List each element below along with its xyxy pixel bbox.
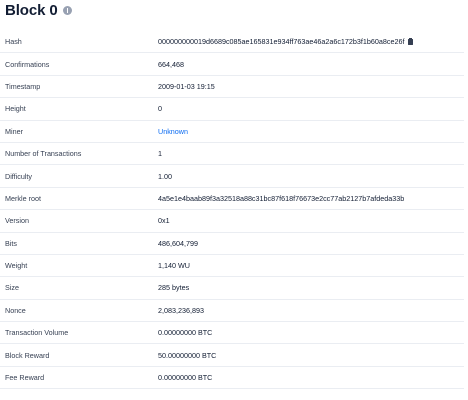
confirmations-label: Confirmations — [5, 59, 50, 69]
row-block-reward: Block Reward 50.00000000 BTC — [0, 344, 464, 367]
row-timestamp: Timestamp 2009-01-03 19:15 — [0, 76, 464, 99]
confirmations-value: 664,468 — [158, 59, 184, 69]
size-value: 285 bytes — [158, 283, 190, 293]
difficulty-value: 1.00 — [158, 171, 172, 181]
fee-reward-value: 0.00000000 BTC — [158, 373, 213, 383]
merkle-root-value: 4a5e1e4baab89f3a32518a88c31bc87f618f7667… — [158, 193, 405, 203]
bits-value: 486,604,799 — [158, 238, 198, 248]
row-difficulty: Difficulty 1.00 — [0, 165, 464, 188]
row-merkle-root: Merkle root 4a5e1e4baab89f3a32518a88c31b… — [0, 188, 464, 211]
info-icon[interactable] — [62, 5, 72, 15]
miner-link[interactable]: Unknown — [158, 127, 188, 136]
nonce-label: Nonce — [5, 305, 26, 315]
row-miner: Miner Unknown — [0, 121, 464, 143]
timestamp-label: Timestamp — [5, 81, 41, 91]
number-of-transactions-label: Number of Transactions — [5, 149, 82, 159]
block-reward-value: 50.00000000 BTC — [158, 350, 217, 360]
row-confirmations: Confirmations 664,468 — [0, 53, 464, 76]
row-transaction-volume: Transaction Volume 0.00000000 BTC — [0, 322, 464, 345]
weight-value: 1,140 WU — [158, 261, 190, 271]
timestamp-value: 2009-01-03 19:15 — [158, 81, 215, 91]
weight-label: Weight — [5, 261, 28, 271]
number-of-transactions-value: 1 — [158, 149, 162, 159]
fee-reward-label: Fee Reward — [5, 373, 45, 383]
row-nonce: Nonce 2,083,236,893 — [0, 300, 464, 323]
block-reward-label: Block Reward — [5, 350, 50, 360]
hash-value: 000000000019d6689c085ae165831e934ff763ae… — [158, 37, 405, 47]
nonce-value: 2,083,236,893 — [158, 305, 204, 315]
row-version: Version 0x1 — [0, 210, 464, 233]
transaction-volume-value: 0.00000000 BTC — [158, 328, 213, 338]
difficulty-label: Difficulty — [5, 171, 33, 181]
row-fee-reward: Fee Reward 0.00000000 BTC — [0, 367, 464, 390]
version-value: 0x1 — [158, 216, 170, 226]
hash-value-wrapper: 000000000019d6689c085ae165831e934ff763ae… — [158, 37, 413, 46]
row-bits: Bits 486,604,799 — [0, 233, 464, 255]
transaction-volume-label: Transaction Volume — [5, 328, 69, 338]
height-label: Height — [5, 104, 26, 114]
page-title: Block 0 — [5, 1, 58, 19]
height-value: 0 — [158, 104, 162, 114]
size-label: Size — [5, 283, 19, 293]
row-size: Size 285 bytes — [0, 277, 464, 300]
clipboard-icon[interactable] — [407, 37, 413, 45]
page-header: Block 0 — [5, 0, 72, 20]
merkle-root-label: Merkle root — [5, 193, 41, 203]
row-number-of-transactions: Number of Transactions 1 — [0, 143, 464, 166]
block-details-table: Hash 000000000019d6689c085ae165831e934ff… — [0, 31, 464, 390]
row-weight: Weight 1,140 WU — [0, 255, 464, 278]
bits-label: Bits — [5, 238, 17, 248]
miner-label: Miner — [5, 126, 23, 136]
row-hash: Hash 000000000019d6689c085ae165831e934ff… — [0, 31, 464, 54]
row-height: Height 0 — [0, 98, 464, 121]
version-label: Version — [5, 216, 29, 226]
hash-label: Hash — [5, 37, 22, 47]
